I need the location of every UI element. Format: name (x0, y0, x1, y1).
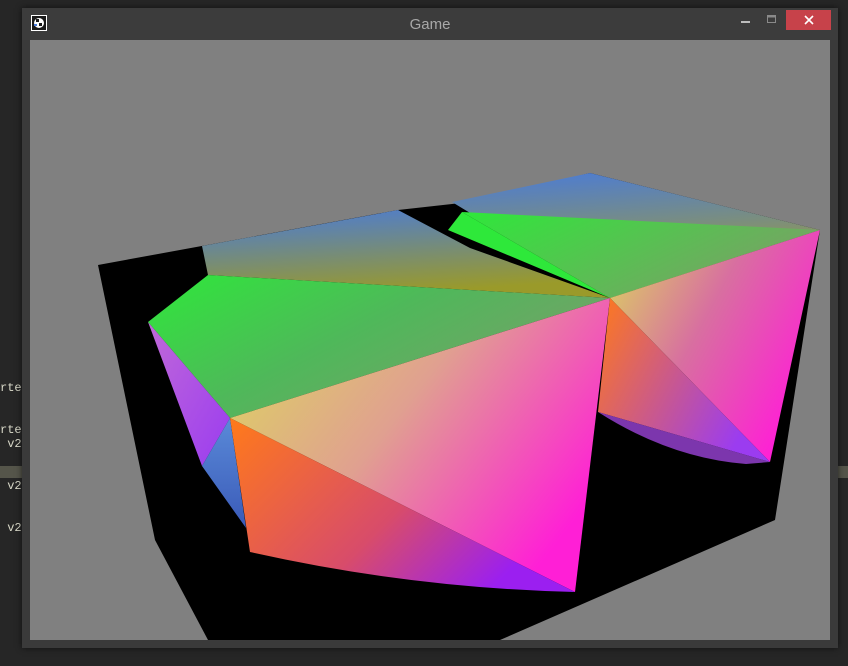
title-bar[interactable]: Game (22, 8, 838, 40)
game-viewport[interactable] (30, 40, 830, 640)
close-button[interactable] (786, 10, 831, 30)
rendered-scene (98, 173, 820, 640)
minimize-icon (741, 21, 750, 23)
maximize-icon (767, 15, 776, 23)
minimize-button[interactable] (734, 10, 758, 30)
close-icon (803, 15, 814, 25)
window-title: Game (409, 16, 451, 33)
game-window: Game (22, 8, 838, 648)
maximize-button[interactable] (760, 10, 784, 30)
